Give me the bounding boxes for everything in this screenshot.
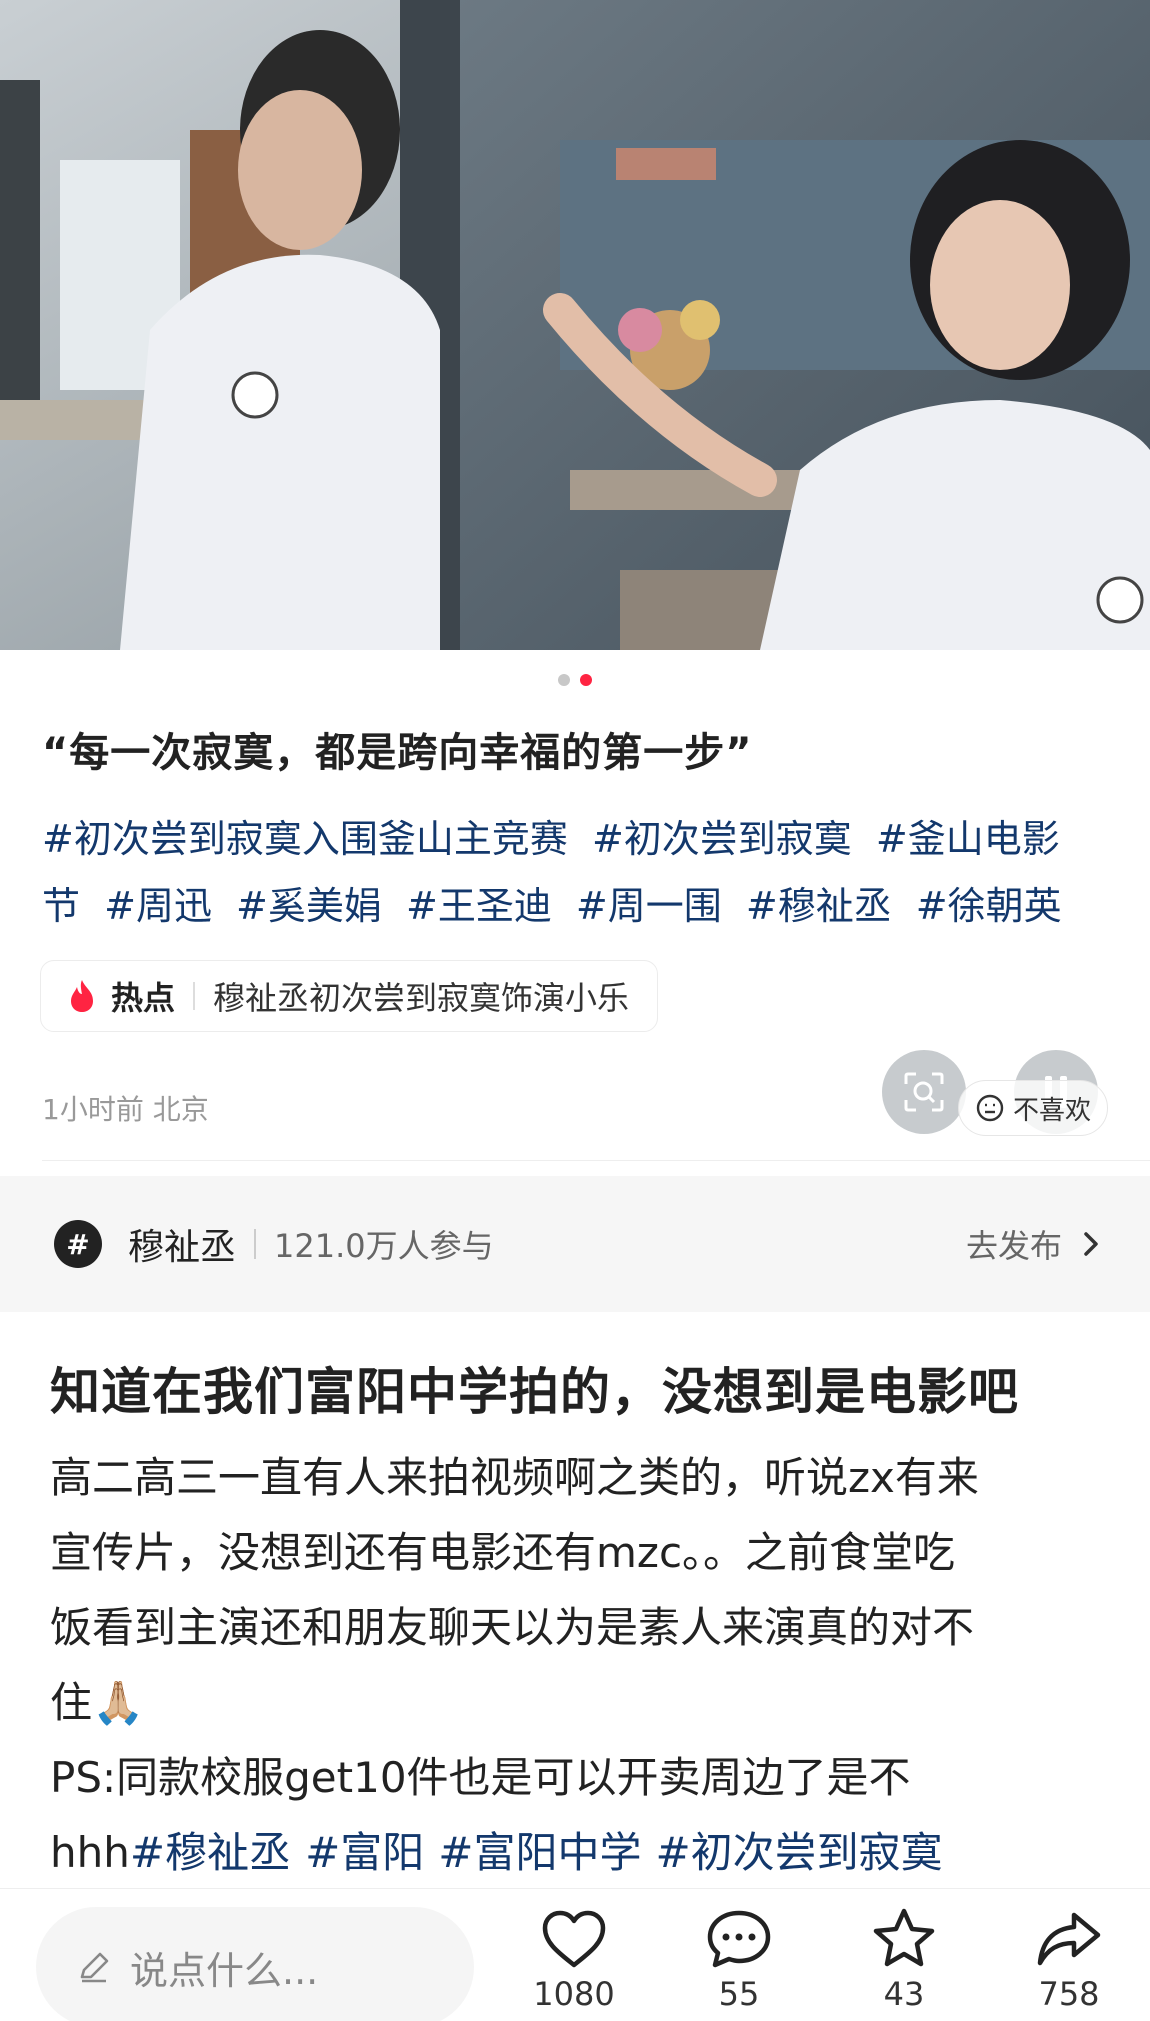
post-title: “每一次寂寞，都是跨向幸福的第一步” (42, 730, 753, 776)
heart-icon (542, 1910, 606, 1968)
tags-line-1: #初次尝到寂寞入围釜山主竞赛 #初次尝到寂寞 #釜山电影 (42, 806, 1122, 873)
star-icon (873, 1908, 935, 1967)
image-search-button[interactable] (882, 1050, 966, 1134)
tags-line-2: 节 #周迅 #奚美娟 #王圣迪 #周一围 #穆祉丞 #徐朝英 (42, 873, 1122, 940)
hashtag-link[interactable]: #初次尝到寂寞入围釜山主竞赛 (42, 817, 568, 861)
scan-search-icon (904, 1072, 944, 1112)
favorite-button[interactable]: 43 (844, 1907, 964, 2013)
comment-bubble-icon (707, 1910, 771, 1968)
post-tags: #初次尝到寂寞入围釜山主竞赛 #初次尝到寂寞 #釜山电影 节 #周迅 #奚美娟 … (42, 806, 1122, 940)
article-title: 知道在我们富阳中学拍的，没想到是电影吧 (50, 1363, 1019, 1421)
body-line: PS:同款校服get10件也是可以开卖周边了是不 (50, 1753, 911, 1802)
hot-topic-chip[interactable]: 热点 穆祉丞初次尝到寂寞饰演小乐 (40, 960, 659, 1032)
topic-name: 穆祉丞 (128, 1227, 237, 1268)
share-button[interactable]: 758 (1009, 1907, 1129, 2013)
dislike-button[interactable]: 不喜欢 (957, 1080, 1108, 1136)
hashtag-link[interactable]: #初次尝到寂寞 (655, 1828, 942, 1877)
dislike-label: 不喜欢 (1012, 1095, 1091, 1126)
body-line: 高二高三一直有人来拍视频啊之类的，听说zx有来 (50, 1453, 979, 1502)
favorite-count: 43 (883, 1975, 925, 2013)
neutral-face-icon (976, 1094, 1004, 1122)
post-image[interactable] (0, 0, 1150, 650)
article-body: 高二高三一直有人来拍视频啊之类的，听说zx有来 宣传片，没想到还有电影还有mzc… (50, 1440, 1120, 1890)
post-time-location: 1小时前 北京 (42, 1093, 209, 1126)
topic-participants: 121.0万人参与 (274, 1227, 494, 1265)
comment-placeholder: 说点什么... (130, 1948, 319, 1993)
chip-divider (193, 982, 196, 1010)
topic-divider (254, 1229, 257, 1259)
share-count: 758 (1038, 1975, 1100, 2013)
hashtag-link[interactable]: 节 (42, 884, 80, 928)
like-count: 1080 (533, 1975, 615, 2013)
hashtag-link[interactable]: #初次尝到寂寞 (592, 817, 852, 861)
hot-text: 穆祉丞初次尝到寂寞饰演小乐 (213, 979, 630, 1017)
hashtag-icon: # (54, 1220, 102, 1268)
bottom-action-bar: 说点什么... 1080 55 43 758 (0, 1888, 1150, 2021)
hashtag-link[interactable]: #徐朝英 (916, 884, 1062, 928)
go-publish-button[interactable]: 去发布 (966, 1221, 1100, 1267)
go-publish-label: 去发布 (965, 1227, 1062, 1265)
topic-bar[interactable]: # 穆祉丞 121.0万人参与 去发布 (0, 1176, 1150, 1312)
comment-button[interactable]: 55 (679, 1907, 799, 2013)
section-divider (42, 1160, 1150, 1161)
still-photo (0, 0, 1150, 650)
hashtag-link[interactable]: #周迅 (104, 884, 212, 928)
body-line: 宣传片，没想到还有电影还有mzc。。之前食堂吃 (50, 1528, 956, 1577)
hashtag-link[interactable]: #奚美娟 (236, 884, 382, 928)
hashtag-link[interactable]: #穆祉丞 (746, 884, 892, 928)
hashtag-link[interactable]: #周一围 (576, 884, 722, 928)
hashtag-link[interactable]: #王圣迪 (406, 884, 552, 928)
hashtag-link[interactable]: #富阳中学 (438, 1828, 641, 1877)
fire-icon (71, 980, 93, 1012)
like-button[interactable]: 1080 (514, 1907, 634, 2013)
hashtag-link[interactable]: #穆祉丞 (130, 1828, 291, 1877)
pencil-icon (80, 1952, 109, 1983)
comment-input[interactable]: 说点什么... (36, 1907, 474, 2021)
carousel-indicator (0, 674, 1150, 686)
carousel-dot[interactable] (558, 674, 570, 686)
body-line-tags: hhh#穆祉丞 #富阳 #富阳中学 #初次尝到寂寞 (50, 1815, 1120, 1890)
hashtag-link[interactable]: #釜山电影 (876, 817, 1060, 861)
chevron-right-icon (1084, 1232, 1098, 1256)
hot-label: 热点 (111, 979, 176, 1017)
hashtag-link[interactable]: #富阳 (305, 1828, 424, 1877)
carousel-dot-active[interactable] (580, 674, 592, 686)
body-line: 饭看到主演还和朋友聊天以为是素人来演真的对不 (50, 1603, 975, 1652)
body-line: 住🙏🏼 (50, 1678, 145, 1727)
body-text: hhh (50, 1828, 130, 1877)
comment-count: 55 (718, 1975, 760, 2013)
share-arrow-icon (1037, 1912, 1101, 1966)
